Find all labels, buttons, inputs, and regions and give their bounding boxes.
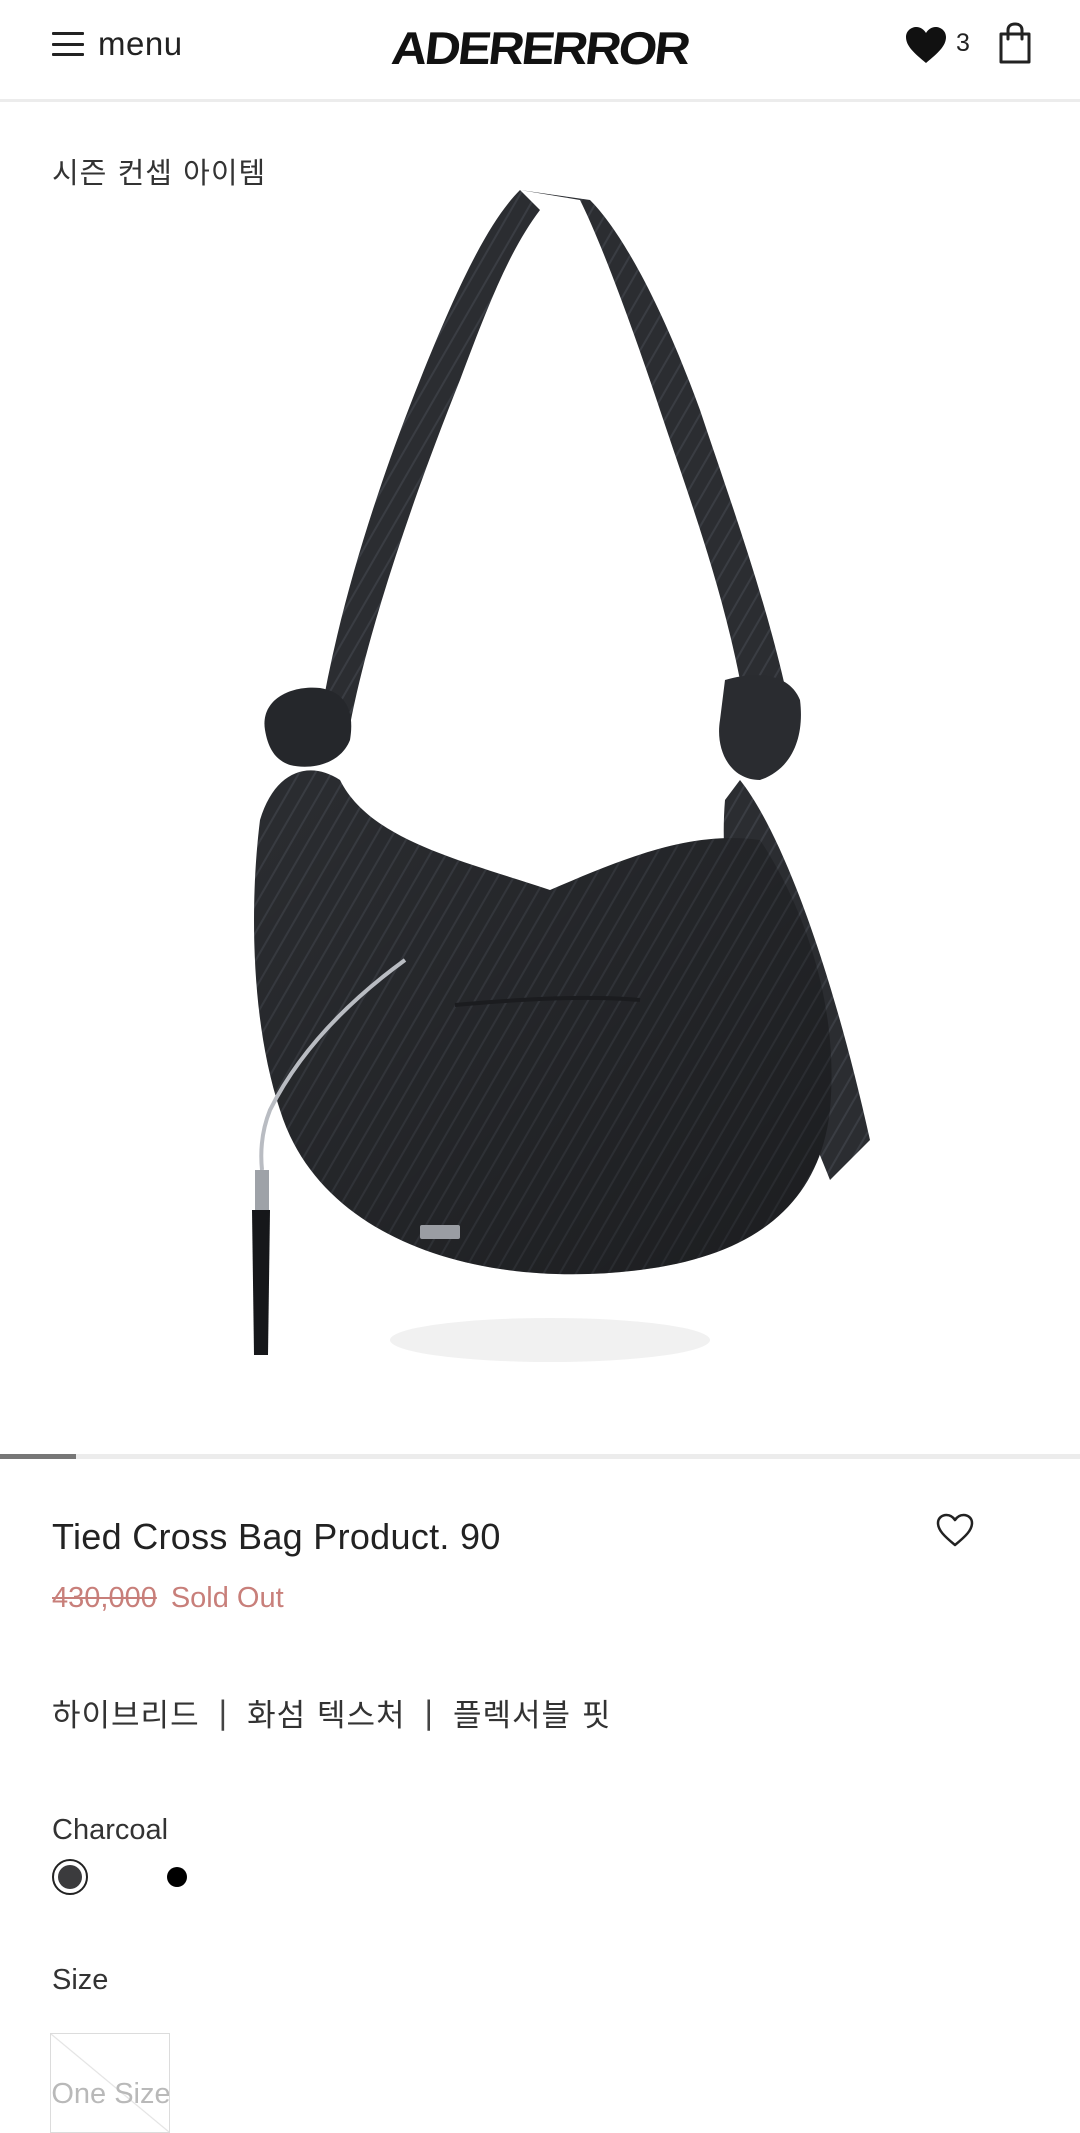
size-option-one-size[interactable]: One Size: [50, 2033, 170, 2133]
size-option-label: One Size: [51, 2078, 170, 2110]
wishlist-count: 3: [956, 28, 970, 57]
feature-separator: |: [217, 1694, 230, 1731]
size-label: Size: [52, 1964, 109, 1996]
color-swatch-charcoal[interactable]: [52, 1859, 88, 1895]
menu-button[interactable]: menu: [52, 20, 183, 68]
feature-tags: 하이브리드 | 화섬 텍스처 | 플렉서블 핏: [52, 1690, 611, 1735]
menu-label: menu: [98, 25, 183, 62]
heart-filled-icon: [906, 27, 946, 63]
product-title: Tied Cross Bag Product. 90: [52, 1516, 501, 1557]
selected-color-label: Charcoal: [52, 1814, 169, 1846]
original-price: 430,000: [52, 1582, 157, 1614]
product-image[interactable]: [220, 180, 900, 1400]
brand-logo[interactable]: ADERERROR: [380, 22, 699, 74]
swatch-fill: [58, 1865, 82, 1889]
hamburger-icon: [52, 32, 84, 56]
gallery-progress-fill: [0, 1454, 76, 1459]
feature-tag: 하이브리드: [52, 1698, 200, 1734]
color-swatch-black[interactable]: [167, 1867, 187, 1887]
wishlist-button[interactable]: 3: [904, 22, 970, 68]
gallery-progress-bar: [0, 1454, 1080, 1459]
top-header: menu ADERERROR 3: [0, 0, 1080, 102]
price-row: 430,000 Sold Out: [52, 1582, 284, 1615]
feature-tag: 플렉서블 핏: [452, 1698, 612, 1734]
feature-separator: |: [423, 1694, 435, 1731]
heart-outline-icon[interactable]: [935, 1512, 975, 1548]
feature-tag: 화섬 텍스처: [247, 1698, 406, 1734]
sold-out-status: Sold Out: [170, 1582, 284, 1614]
shopping-bag-icon[interactable]: [998, 22, 1032, 64]
